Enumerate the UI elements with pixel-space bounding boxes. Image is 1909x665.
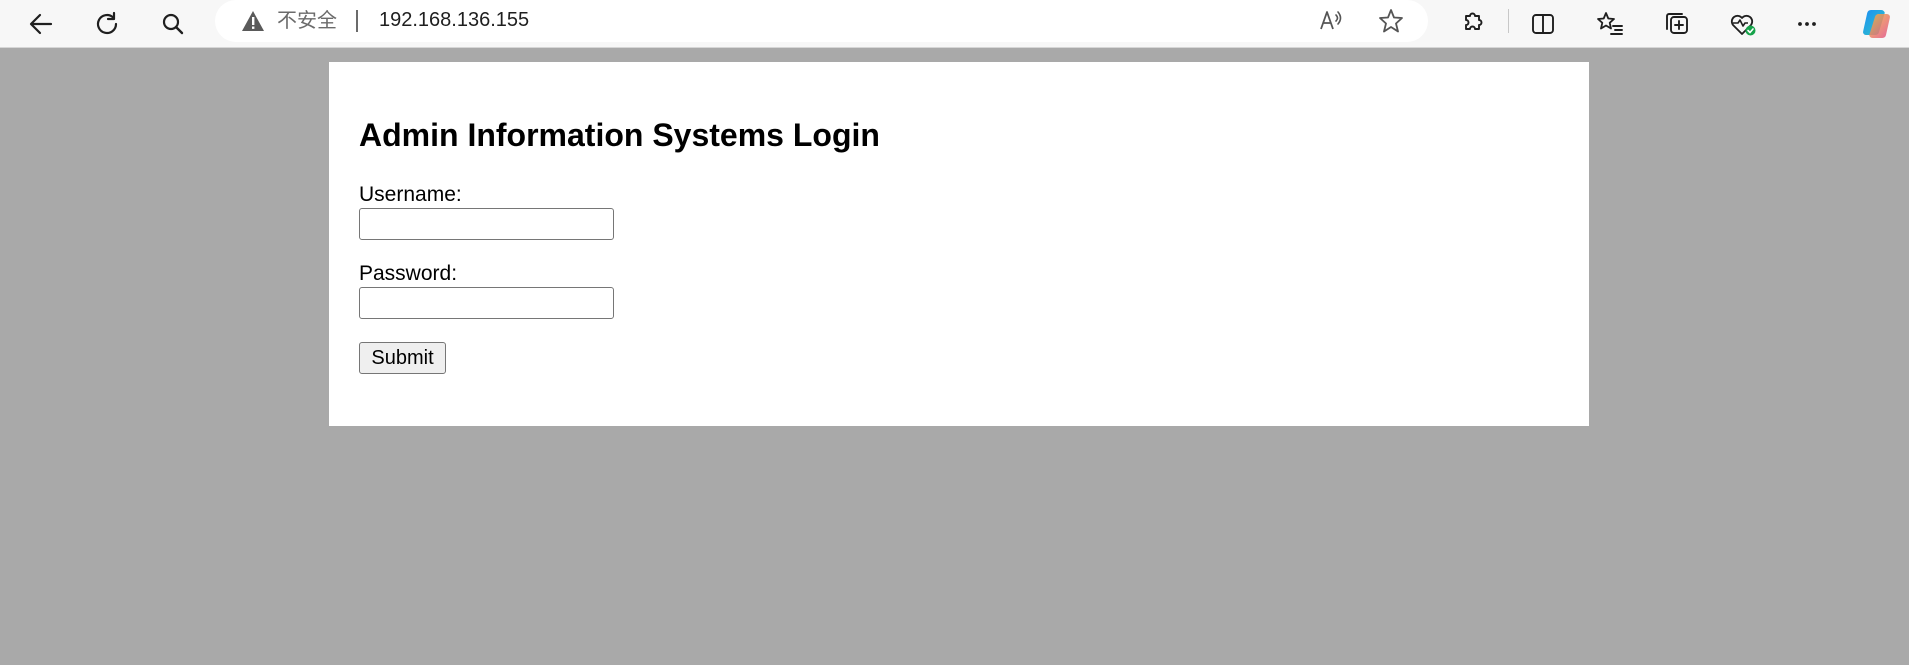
extensions-button[interactable] — [1451, 4, 1491, 44]
browser-essentials-button[interactable] — [1723, 4, 1763, 44]
refresh-button[interactable] — [87, 4, 127, 44]
favorites-list-icon — [1596, 10, 1624, 38]
toolbar-divider — [1508, 9, 1509, 33]
username-input[interactable] — [359, 208, 614, 240]
read-aloud-icon[interactable] — [1314, 4, 1348, 38]
warning-triangle-icon[interactable] — [241, 10, 264, 31]
heart-pulse-icon — [1728, 10, 1758, 38]
security-status-label[interactable]: 不安全 — [277, 7, 337, 33]
address-bar[interactable]: 不安全 192.168.136.155 — [215, 0, 1428, 42]
login-panel: Admin Information Systems Login Username… — [329, 62, 1589, 426]
split-screen-icon — [1529, 10, 1557, 38]
password-label: Password: — [359, 262, 458, 285]
refresh-icon — [93, 10, 121, 38]
more-button[interactable] — [1787, 4, 1827, 44]
split-screen-button[interactable] — [1523, 4, 1563, 44]
back-button[interactable] — [21, 4, 61, 44]
favorites-button[interactable] — [1590, 4, 1630, 44]
browser-toolbar: 不安全 192.168.136.155 — [0, 0, 1909, 48]
star-icon[interactable] — [1374, 4, 1408, 38]
search-icon — [160, 11, 186, 37]
more-dots-icon — [1793, 10, 1821, 38]
copilot-button[interactable] — [1857, 4, 1897, 44]
back-arrow-icon — [27, 10, 55, 38]
username-label: Username: — [359, 183, 462, 206]
page-title: Admin Information Systems Login — [359, 117, 880, 153]
puzzle-icon — [1457, 10, 1485, 38]
search-button[interactable] — [153, 4, 193, 44]
password-input[interactable] — [359, 287, 614, 319]
collections-icon — [1663, 10, 1691, 38]
url-text[interactable]: 192.168.136.155 — [379, 7, 529, 33]
copilot-icon — [1859, 6, 1895, 42]
submit-button[interactable]: Submit — [359, 342, 446, 374]
address-divider — [356, 10, 358, 32]
collections-button[interactable] — [1657, 4, 1697, 44]
